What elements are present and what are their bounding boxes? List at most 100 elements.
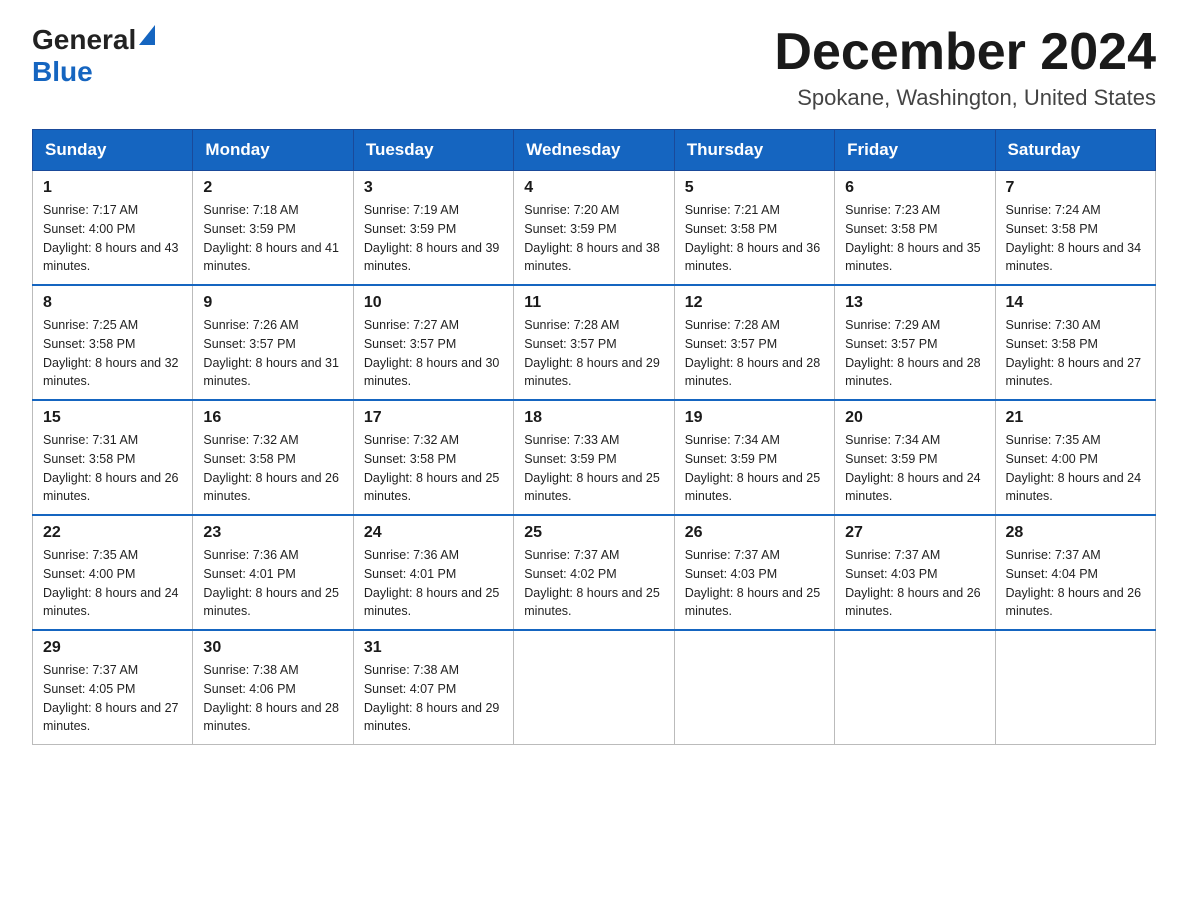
- day-number: 29: [43, 639, 182, 657]
- day-info: Sunrise: 7:20 AMSunset: 3:59 PMDaylight:…: [524, 203, 660, 273]
- calendar-day-cell: 20 Sunrise: 7:34 AMSunset: 3:59 PMDaylig…: [835, 400, 995, 515]
- day-info: Sunrise: 7:24 AMSunset: 3:58 PMDaylight:…: [1006, 203, 1142, 273]
- day-number: 5: [685, 179, 824, 197]
- calendar-day-cell: 21 Sunrise: 7:35 AMSunset: 4:00 PMDaylig…: [995, 400, 1155, 515]
- calendar-day-cell: 11 Sunrise: 7:28 AMSunset: 3:57 PMDaylig…: [514, 285, 674, 400]
- day-info: Sunrise: 7:38 AMSunset: 4:06 PMDaylight:…: [203, 663, 339, 733]
- calendar-day-cell: 23 Sunrise: 7:36 AMSunset: 4:01 PMDaylig…: [193, 515, 353, 630]
- day-number: 13: [845, 294, 984, 312]
- day-info: Sunrise: 7:29 AMSunset: 3:57 PMDaylight:…: [845, 318, 981, 388]
- calendar-week-row: 8 Sunrise: 7:25 AMSunset: 3:58 PMDayligh…: [33, 285, 1156, 400]
- calendar-day-cell: [995, 630, 1155, 745]
- weekday-header-saturday: Saturday: [995, 130, 1155, 171]
- weekday-header-monday: Monday: [193, 130, 353, 171]
- day-number: 2: [203, 179, 342, 197]
- day-info: Sunrise: 7:37 AMSunset: 4:04 PMDaylight:…: [1006, 548, 1142, 618]
- day-info: Sunrise: 7:37 AMSunset: 4:03 PMDaylight:…: [685, 548, 821, 618]
- day-info: Sunrise: 7:32 AMSunset: 3:58 PMDaylight:…: [364, 433, 500, 503]
- day-info: Sunrise: 7:34 AMSunset: 3:59 PMDaylight:…: [685, 433, 821, 503]
- day-number: 3: [364, 179, 503, 197]
- day-number: 16: [203, 409, 342, 427]
- weekday-header-row: SundayMondayTuesdayWednesdayThursdayFrid…: [33, 130, 1156, 171]
- weekday-header-thursday: Thursday: [674, 130, 834, 171]
- day-number: 31: [364, 639, 503, 657]
- calendar-day-cell: 19 Sunrise: 7:34 AMSunset: 3:59 PMDaylig…: [674, 400, 834, 515]
- calendar-day-cell: 6 Sunrise: 7:23 AMSunset: 3:58 PMDayligh…: [835, 171, 995, 286]
- day-number: 10: [364, 294, 503, 312]
- calendar-table: SundayMondayTuesdayWednesdayThursdayFrid…: [32, 129, 1156, 745]
- calendar-week-row: 15 Sunrise: 7:31 AMSunset: 3:58 PMDaylig…: [33, 400, 1156, 515]
- day-info: Sunrise: 7:36 AMSunset: 4:01 PMDaylight:…: [364, 548, 500, 618]
- day-info: Sunrise: 7:35 AMSunset: 4:00 PMDaylight:…: [1006, 433, 1142, 503]
- location-title: Spokane, Washington, United States: [774, 85, 1156, 111]
- calendar-week-row: 1 Sunrise: 7:17 AMSunset: 4:00 PMDayligh…: [33, 171, 1156, 286]
- logo-triangle-icon: [139, 25, 155, 50]
- calendar-day-cell: 25 Sunrise: 7:37 AMSunset: 4:02 PMDaylig…: [514, 515, 674, 630]
- day-number: 19: [685, 409, 824, 427]
- calendar-day-cell: 24 Sunrise: 7:36 AMSunset: 4:01 PMDaylig…: [353, 515, 513, 630]
- day-number: 30: [203, 639, 342, 657]
- day-info: Sunrise: 7:19 AMSunset: 3:59 PMDaylight:…: [364, 203, 500, 273]
- calendar-day-cell: 31 Sunrise: 7:38 AMSunset: 4:07 PMDaylig…: [353, 630, 513, 745]
- calendar-day-cell: 17 Sunrise: 7:32 AMSunset: 3:58 PMDaylig…: [353, 400, 513, 515]
- day-info: Sunrise: 7:37 AMSunset: 4:05 PMDaylight:…: [43, 663, 179, 733]
- day-number: 26: [685, 524, 824, 542]
- day-number: 22: [43, 524, 182, 542]
- day-info: Sunrise: 7:38 AMSunset: 4:07 PMDaylight:…: [364, 663, 500, 733]
- day-info: Sunrise: 7:37 AMSunset: 4:02 PMDaylight:…: [524, 548, 660, 618]
- calendar-day-cell: [514, 630, 674, 745]
- day-number: 7: [1006, 179, 1145, 197]
- day-number: 21: [1006, 409, 1145, 427]
- day-number: 24: [364, 524, 503, 542]
- calendar-day-cell: 13 Sunrise: 7:29 AMSunset: 3:57 PMDaylig…: [835, 285, 995, 400]
- day-info: Sunrise: 7:34 AMSunset: 3:59 PMDaylight:…: [845, 433, 981, 503]
- day-info: Sunrise: 7:28 AMSunset: 3:57 PMDaylight:…: [685, 318, 821, 388]
- calendar-day-cell: 12 Sunrise: 7:28 AMSunset: 3:57 PMDaylig…: [674, 285, 834, 400]
- day-number: 27: [845, 524, 984, 542]
- day-number: 15: [43, 409, 182, 427]
- weekday-header-tuesday: Tuesday: [353, 130, 513, 171]
- day-number: 11: [524, 294, 663, 312]
- day-info: Sunrise: 7:30 AMSunset: 3:58 PMDaylight:…: [1006, 318, 1142, 388]
- calendar-day-cell: 22 Sunrise: 7:35 AMSunset: 4:00 PMDaylig…: [33, 515, 193, 630]
- day-info: Sunrise: 7:17 AMSunset: 4:00 PMDaylight:…: [43, 203, 179, 273]
- day-info: Sunrise: 7:35 AMSunset: 4:00 PMDaylight:…: [43, 548, 179, 618]
- day-number: 1: [43, 179, 182, 197]
- calendar-week-row: 29 Sunrise: 7:37 AMSunset: 4:05 PMDaylig…: [33, 630, 1156, 745]
- calendar-day-cell: 16 Sunrise: 7:32 AMSunset: 3:58 PMDaylig…: [193, 400, 353, 515]
- logo-general: General: [32, 24, 136, 56]
- calendar-body: 1 Sunrise: 7:17 AMSunset: 4:00 PMDayligh…: [33, 171, 1156, 745]
- day-info: Sunrise: 7:32 AMSunset: 3:58 PMDaylight:…: [203, 433, 339, 503]
- calendar-day-cell: 3 Sunrise: 7:19 AMSunset: 3:59 PMDayligh…: [353, 171, 513, 286]
- calendar-day-cell: [674, 630, 834, 745]
- day-info: Sunrise: 7:33 AMSunset: 3:59 PMDaylight:…: [524, 433, 660, 503]
- page-header: General Blue December 2024 Spokane, Wash…: [32, 24, 1156, 111]
- calendar-day-cell: 28 Sunrise: 7:37 AMSunset: 4:04 PMDaylig…: [995, 515, 1155, 630]
- calendar-day-cell: 27 Sunrise: 7:37 AMSunset: 4:03 PMDaylig…: [835, 515, 995, 630]
- day-info: Sunrise: 7:25 AMSunset: 3:58 PMDaylight:…: [43, 318, 179, 388]
- day-number: 23: [203, 524, 342, 542]
- calendar-day-cell: [835, 630, 995, 745]
- month-title: December 2024: [774, 24, 1156, 81]
- calendar-day-cell: 1 Sunrise: 7:17 AMSunset: 4:00 PMDayligh…: [33, 171, 193, 286]
- day-info: Sunrise: 7:28 AMSunset: 3:57 PMDaylight:…: [524, 318, 660, 388]
- calendar-day-cell: 8 Sunrise: 7:25 AMSunset: 3:58 PMDayligh…: [33, 285, 193, 400]
- day-number: 9: [203, 294, 342, 312]
- day-info: Sunrise: 7:31 AMSunset: 3:58 PMDaylight:…: [43, 433, 179, 503]
- calendar-day-cell: 29 Sunrise: 7:37 AMSunset: 4:05 PMDaylig…: [33, 630, 193, 745]
- day-info: Sunrise: 7:37 AMSunset: 4:03 PMDaylight:…: [845, 548, 981, 618]
- calendar-week-row: 22 Sunrise: 7:35 AMSunset: 4:00 PMDaylig…: [33, 515, 1156, 630]
- day-number: 28: [1006, 524, 1145, 542]
- weekday-header-sunday: Sunday: [33, 130, 193, 171]
- day-info: Sunrise: 7:18 AMSunset: 3:59 PMDaylight:…: [203, 203, 339, 273]
- day-info: Sunrise: 7:21 AMSunset: 3:58 PMDaylight:…: [685, 203, 821, 273]
- day-number: 8: [43, 294, 182, 312]
- logo: General Blue: [32, 24, 155, 88]
- calendar-header: SundayMondayTuesdayWednesdayThursdayFrid…: [33, 130, 1156, 171]
- calendar-day-cell: 9 Sunrise: 7:26 AMSunset: 3:57 PMDayligh…: [193, 285, 353, 400]
- weekday-header-friday: Friday: [835, 130, 995, 171]
- logo-blue: Blue: [32, 56, 93, 87]
- calendar-day-cell: 2 Sunrise: 7:18 AMSunset: 3:59 PMDayligh…: [193, 171, 353, 286]
- day-number: 20: [845, 409, 984, 427]
- weekday-header-wednesday: Wednesday: [514, 130, 674, 171]
